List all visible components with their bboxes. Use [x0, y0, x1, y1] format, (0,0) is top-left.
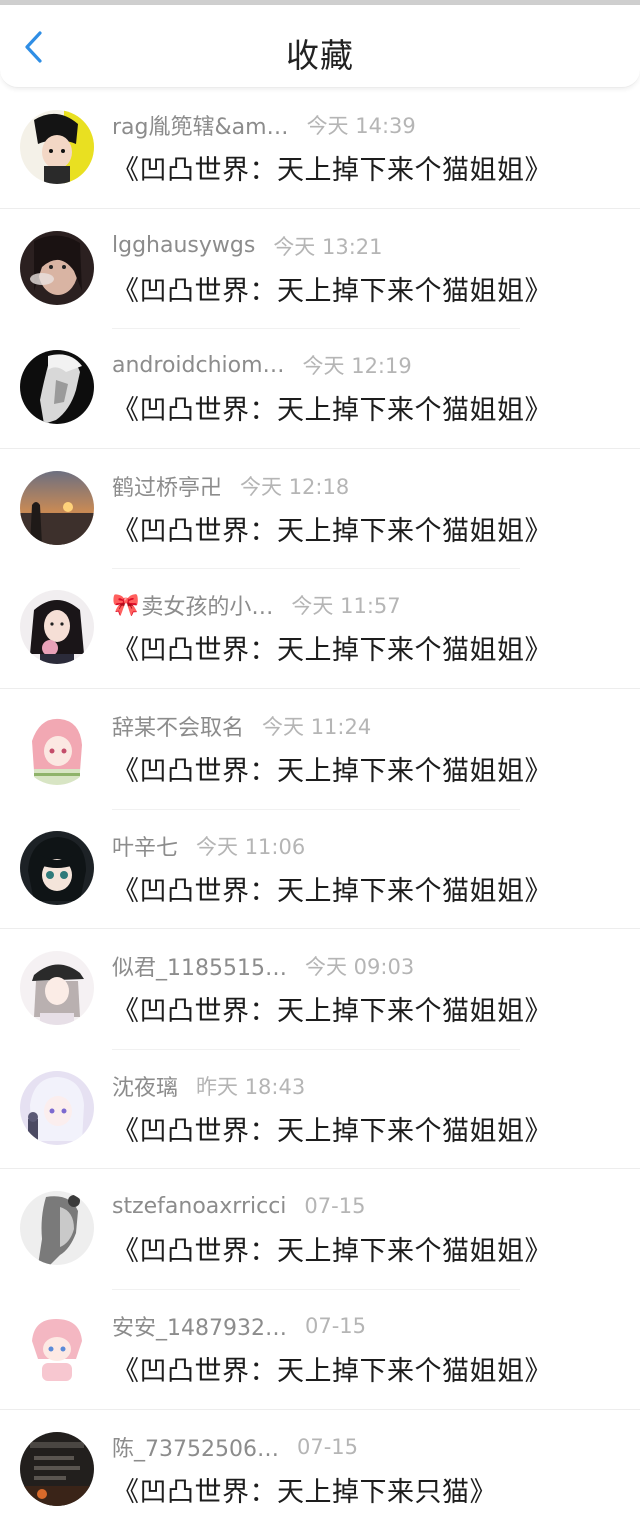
user-name[interactable]: stzefanoaxrricci	[112, 1194, 286, 1219]
avatar[interactable]	[20, 1310, 94, 1385]
user-name[interactable]: 鹤过桥亭卍	[112, 470, 222, 502]
list-item[interactable]: stzefanoaxrricci 07-15 《凹凸世界：天上掉下来个猫姐姐》	[0, 1168, 640, 1289]
list-item[interactable]: androidchiom… 今天 12:19 《凹凸世界：天上掉下来个猫姐姐》	[0, 328, 640, 448]
novel-title[interactable]: 《凹凸世界：天上掉下来个猫姐姐》	[112, 1229, 552, 1268]
novel-title[interactable]: 《凹凸世界：天上掉下来只猫》	[112, 1470, 497, 1509]
item-meta: androidchiom… 今天 12:19	[112, 350, 412, 380]
item-meta: 似君_1185515… 今天 09:03	[112, 951, 414, 981]
user-name[interactable]: 辞某不会取名	[112, 710, 244, 742]
avatar-image	[20, 230, 94, 305]
item-meta: 🎀 卖女孩的小… 今天 11:57	[112, 589, 401, 621]
item-meta: 辞某不会取名 今天 11:24	[112, 711, 371, 741]
list-item[interactable]: 陈_73752506… 07-15 《凹凸世界：天上掉下来只猫》	[0, 1408, 640, 1529]
list-item[interactable]: 沈夜璃 昨天 18:43 《凹凸世界：天上掉下来个猫姐姐》	[0, 1048, 640, 1169]
timestamp: 今天 12:18	[240, 474, 350, 499]
avatar-image	[20, 710, 94, 785]
avatar-image	[20, 1310, 94, 1385]
novel-title[interactable]: 《凹凸世界：天上掉下来个猫姐姐》	[112, 628, 552, 667]
timestamp: 今天 11:06	[196, 834, 306, 859]
list-item[interactable]: rag胤篼辖&am… 今天 14:39 《凹凸世界：天上掉下来个猫姐姐》	[0, 88, 640, 208]
item-meta: 沈夜璃 昨天 18:43	[112, 1071, 305, 1101]
timestamp: 07-15	[296, 1434, 359, 1459]
novel-title[interactable]: 《凹凸世界：天上掉下来个猫姐姐》	[112, 869, 552, 908]
item-meta: 叶辛七 今天 11:06	[112, 831, 305, 861]
avatar[interactable]	[20, 1431, 94, 1506]
nav-header: 收藏	[0, 5, 640, 88]
novel-title[interactable]: 《凹凸世界：天上掉下来个猫姐姐》	[112, 989, 552, 1028]
novel-title[interactable]: 《凹凸世界：天上掉下来个猫姐姐》	[112, 749, 552, 788]
row-divider	[112, 1288, 520, 1290]
favorites-list: rag胤篼辖&am… 今天 14:39 《凹凸世界：天上掉下来个猫姐姐》 lgghau…	[0, 88, 640, 1529]
row-divider	[112, 328, 520, 330]
user-name[interactable]: 叶辛七	[112, 830, 178, 862]
row-divider	[112, 568, 520, 570]
user-name[interactable]: lgghausywgs	[112, 233, 255, 258]
novel-title[interactable]: 《凹凸世界：天上掉下来个猫姐姐》	[112, 1109, 552, 1148]
avatar[interactable]	[20, 590, 94, 665]
avatar-image	[20, 590, 94, 665]
avatar[interactable]	[20, 1191, 94, 1266]
avatar[interactable]	[20, 230, 94, 305]
list-item[interactable]: 辞某不会取名 今天 11:24 《凹凸世界：天上掉下来个猫姐姐》	[0, 687, 640, 809]
novel-title[interactable]: 《凹凸世界：天上掉下来个猫姐姐》	[112, 269, 552, 308]
avatar-image	[20, 1191, 94, 1266]
timestamp: 今天 13:21	[273, 234, 383, 259]
list-item[interactable]: 叶辛七 今天 11:06 《凹凸世界：天上掉下来个猫姐姐》	[0, 808, 640, 929]
novel-title[interactable]: 《凹凸世界：天上掉下来个猫姐姐》	[112, 388, 552, 427]
list-item[interactable]: 🎀 卖女孩的小… 今天 11:57 《凹凸世界：天上掉下来个猫姐姐》	[0, 568, 640, 688]
user-name[interactable]: rag胤篼辖&am…	[112, 109, 289, 141]
avatar[interactable]	[20, 350, 94, 425]
list-item[interactable]: lgghausywgs 今天 13:21 《凹凸世界：天上掉下来个猫姐姐》	[0, 207, 640, 329]
user-name[interactable]: 卖女孩的小…	[141, 589, 273, 621]
list-item[interactable]: 似君_1185515… 今天 09:03 《凹凸世界：天上掉下来个猫姐姐》	[0, 928, 640, 1049]
avatar-image	[20, 110, 94, 184]
novel-title[interactable]: 《凹凸世界：天上掉下来个猫姐姐》	[112, 148, 552, 187]
avatar-image	[20, 1070, 94, 1145]
avatar[interactable]	[20, 1070, 94, 1145]
novel-title[interactable]: 《凹凸世界：天上掉下来个猫姐姐》	[112, 509, 552, 548]
item-meta: 陈_73752506… 07-15	[112, 1432, 358, 1462]
list-item[interactable]: 安安_1487932… 07-15 《凹凸世界：天上掉下来个猫姐姐》	[0, 1288, 640, 1409]
user-name[interactable]: 陈_73752506…	[112, 1431, 279, 1463]
timestamp: 今天 09:03	[304, 955, 415, 980]
user-name[interactable]: 沈夜璃	[112, 1070, 178, 1102]
row-divider	[112, 1048, 520, 1050]
avatar[interactable]	[20, 470, 94, 545]
item-meta: 安安_1487932… 07-15	[112, 1311, 366, 1341]
user-name[interactable]: 安安_1487932…	[112, 1310, 287, 1342]
page-title: 收藏	[286, 36, 354, 75]
timestamp: 07-15	[304, 1313, 367, 1338]
item-meta: stzefanoaxrricci 07-15	[112, 1191, 365, 1221]
timestamp: 今天 14:39	[306, 114, 416, 138]
item-meta: 鹤过桥亭卍 今天 12:18	[112, 471, 349, 501]
avatar-image	[20, 830, 94, 905]
avatar[interactable]	[20, 710, 94, 785]
timestamp: 昨天 18:43	[196, 1074, 306, 1099]
avatar-image	[20, 350, 94, 425]
avatar-image	[20, 470, 94, 545]
user-name[interactable]: androidchiom…	[112, 353, 285, 378]
timestamp: 今天 12:19	[302, 354, 412, 379]
timestamp: 今天 11:24	[262, 714, 372, 739]
timestamp: 今天 11:57	[291, 594, 401, 619]
timestamp: 07-15	[304, 1194, 366, 1219]
avatar[interactable]	[20, 951, 94, 1026]
novel-title[interactable]: 《凹凸世界：天上掉下来个猫姐姐》	[112, 1349, 552, 1388]
item-meta: rag胤篼辖&am… 今天 14:39	[112, 110, 416, 140]
avatar-image	[20, 1431, 94, 1506]
avatar[interactable]	[20, 110, 94, 184]
item-meta: lgghausywgs 今天 13:21	[112, 231, 383, 261]
user-name[interactable]: 似君_1185515…	[112, 950, 287, 982]
avatar[interactable]	[20, 830, 94, 905]
list-item[interactable]: 鹤过桥亭卍 今天 12:18 《凹凸世界：天上掉下来个猫姐姐》	[0, 447, 640, 569]
avatar-image	[20, 951, 94, 1026]
ribbon-icon: 🎀	[112, 592, 140, 618]
row-divider	[112, 808, 520, 810]
